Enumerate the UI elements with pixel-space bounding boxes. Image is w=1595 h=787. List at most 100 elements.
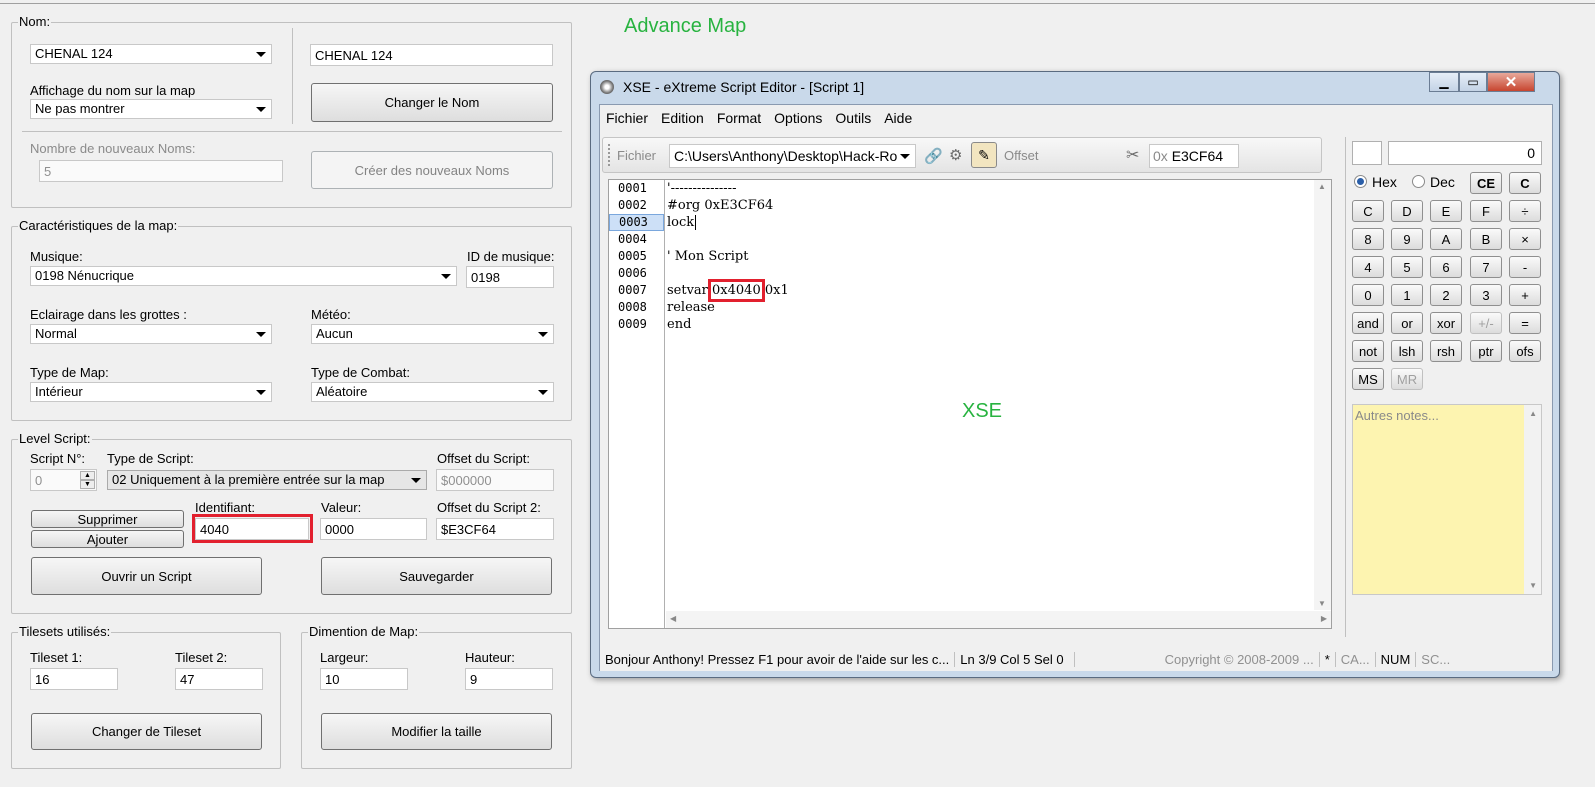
tileset2-input[interactable]: 47 (175, 668, 263, 690)
calc-key[interactable]: + (1509, 284, 1541, 306)
script-number-stepper[interactable]: 0 ▲ ▼ (30, 469, 97, 491)
code-text[interactable]: '--------------- #org 0xE3CF64 lock ' Mo… (667, 180, 789, 333)
file-path-select[interactable]: C:\Users\Anthony\Desktop\Hack-Ro (669, 144, 916, 168)
calc-key[interactable]: +/- (1470, 312, 1502, 334)
light-select[interactable]: Normal (30, 324, 272, 344)
scroll-down-icon[interactable]: ▼ (1318, 599, 1326, 608)
count-input[interactable]: 5 (39, 160, 283, 182)
calc-key[interactable]: = (1509, 312, 1541, 334)
calc-key[interactable]: 4 (1352, 256, 1384, 278)
music-id-input[interactable]: 0198 (466, 266, 554, 288)
chevron-down-icon (900, 154, 910, 159)
chevron-down-icon (441, 274, 451, 279)
music-select[interactable]: 0198 Nénucrique (30, 266, 457, 286)
maximize-button[interactable]: ▭ (1459, 72, 1487, 92)
link-icon[interactable]: 🔗 (924, 147, 943, 165)
calc-key[interactable]: lsh (1391, 340, 1423, 362)
calc-key[interactable]: ofs (1509, 340, 1541, 362)
calc-key[interactable]: - (1509, 256, 1541, 278)
script-offset-input[interactable]: $000000 (436, 469, 554, 491)
calc-key[interactable]: ptr (1470, 340, 1502, 362)
notes-scrollbar[interactable] (1524, 405, 1541, 594)
weather-select[interactable]: Aucun (311, 324, 554, 344)
notes-area[interactable]: Autres notes... ▲ ▼ (1352, 404, 1542, 595)
height-input[interactable]: 9 (465, 668, 553, 690)
scroll-right-icon[interactable]: ▶ (1321, 614, 1327, 623)
script-offset2-input[interactable]: $E3CF64 (436, 518, 554, 540)
code-line: #org 0xE3CF64 (667, 198, 774, 213)
tileset1-label: Tileset 1: (30, 650, 83, 665)
notes-icon[interactable]: ✎ (971, 142, 997, 168)
calc-key[interactable]: C (1352, 200, 1384, 222)
calc-key[interactable]: 3 (1470, 284, 1502, 306)
calc-key[interactable]: 2 (1430, 284, 1462, 306)
scroll-up-icon[interactable]: ▲ (1529, 409, 1537, 418)
scroll-down-icon[interactable]: ▼ (1529, 581, 1537, 590)
scroll-left-icon[interactable]: ◀ (670, 614, 676, 623)
calc-key[interactable]: 0 (1352, 284, 1384, 306)
script-type-select[interactable]: 02 Uniquement à la première entrée sur l… (107, 470, 427, 490)
calc-key[interactable]: 9 (1391, 228, 1423, 250)
menu-fichier[interactable]: Fichier (600, 107, 655, 129)
name-input[interactable]: CHENAL 124 (310, 44, 553, 66)
calc-key[interactable]: B (1470, 228, 1502, 250)
tileset1-input[interactable]: 16 (30, 668, 118, 690)
calc-key[interactable]: 6 (1430, 256, 1462, 278)
calc-key[interactable]: F (1470, 200, 1502, 222)
compile-icon[interactable]: ⚙ (949, 146, 962, 164)
hex-radio[interactable] (1354, 175, 1367, 188)
menu-options[interactable]: Options (768, 107, 829, 129)
calc-key[interactable]: not (1352, 340, 1384, 362)
add-button[interactable]: Ajouter (31, 530, 184, 548)
delete-button[interactable]: Supprimer (31, 510, 184, 528)
calc-key[interactable]: 8 (1352, 228, 1384, 250)
calc-key[interactable]: rsh (1430, 340, 1462, 362)
offset-input[interactable]: 0x E3CF64 (1149, 144, 1239, 168)
calc-key[interactable]: D (1391, 200, 1423, 222)
calc-key[interactable]: 5 (1391, 256, 1423, 278)
calc-c-button[interactable]: C (1509, 172, 1541, 194)
maptype-select[interactable]: Intérieur (30, 382, 272, 402)
calc-key[interactable]: xor (1430, 312, 1462, 334)
menu-outils[interactable]: Outils (829, 107, 878, 129)
menu-aide[interactable]: Aide (878, 107, 919, 129)
stepper-up-icon[interactable]: ▲ (80, 471, 95, 480)
name-select[interactable]: CHENAL 124 (30, 44, 272, 64)
menu-edition[interactable]: Edition (655, 107, 711, 129)
vertical-scrollbar[interactable]: ▲ ▼ (1314, 180, 1331, 610)
display-select[interactable]: Ne pas montrer (30, 99, 272, 119)
tools-icon[interactable]: ✂ (1126, 145, 1139, 165)
save-button[interactable]: Sauvegarder (321, 557, 552, 595)
calc-key[interactable]: 7 (1470, 256, 1502, 278)
weather-label: Météo: (311, 307, 351, 322)
horizontal-scrollbar[interactable]: ◀ ▶ (666, 611, 1331, 628)
calc-mr-button[interactable]: MR (1391, 368, 1423, 390)
combat-select[interactable]: Aléatoire (311, 382, 554, 402)
open-script-button[interactable]: Ouvrir un Script (31, 557, 262, 595)
calc-key[interactable]: × (1509, 228, 1541, 250)
minimize-icon: ▁ (1439, 75, 1449, 89)
resize-button[interactable]: Modifier la taille (321, 713, 552, 750)
calc-key[interactable]: A (1430, 228, 1462, 250)
calc-key[interactable]: and (1352, 312, 1384, 334)
calc-key[interactable]: or (1391, 312, 1423, 334)
calc-ms-button[interactable]: MS (1352, 368, 1384, 390)
change-tileset-button[interactable]: Changer de Tileset (31, 713, 262, 750)
change-name-button[interactable]: Changer le Nom (311, 83, 553, 122)
calc-ce-button[interactable]: CE (1470, 172, 1502, 194)
calc-key[interactable]: E (1430, 200, 1462, 222)
menu-format[interactable]: Format (711, 107, 768, 129)
width-input[interactable]: 10 (320, 668, 408, 690)
toolbar-grip[interactable] (608, 144, 611, 166)
calc-key[interactable]: 1 (1391, 284, 1423, 306)
create-names-button[interactable]: Créer des nouveaux Noms (311, 151, 553, 189)
close-button[interactable]: ✕ (1487, 72, 1535, 92)
dec-radio[interactable] (1412, 175, 1425, 188)
calc-key[interactable]: ÷ (1509, 200, 1541, 222)
minimize-button[interactable]: ▁ (1429, 72, 1459, 92)
line-number-current: 0003 (609, 214, 664, 231)
chevron-down-icon (256, 332, 266, 337)
value-input[interactable]: 0000 (320, 518, 427, 540)
scroll-up-icon[interactable]: ▲ (1318, 182, 1326, 191)
stepper-down-icon[interactable]: ▼ (80, 480, 95, 489)
